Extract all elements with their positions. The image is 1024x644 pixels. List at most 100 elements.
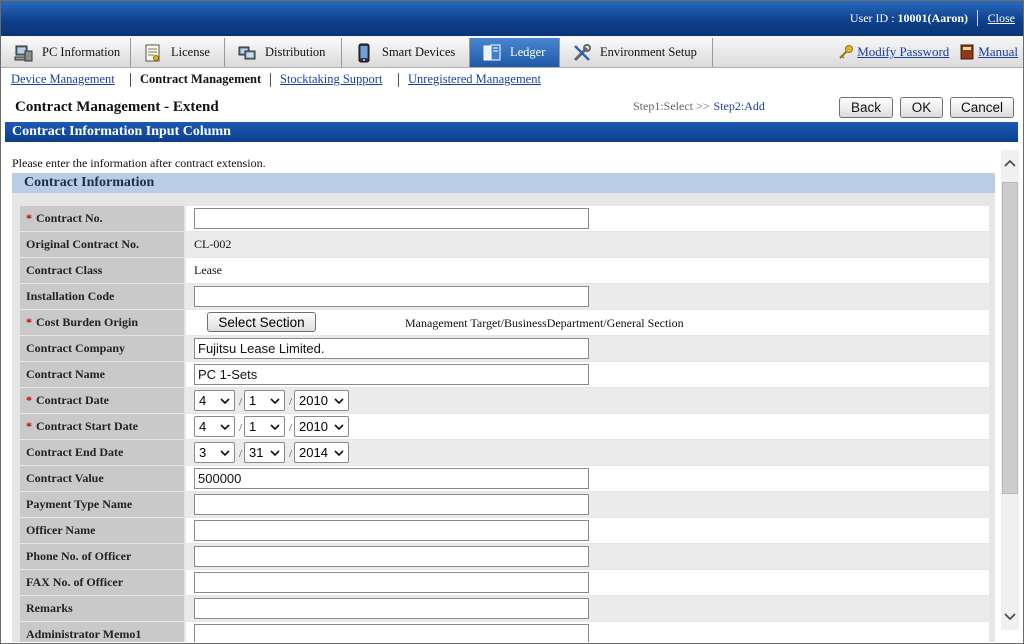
subnav-divider — [130, 73, 131, 87]
installation-code-input[interactable] — [194, 286, 589, 307]
contract-date-day-select[interactable]: 1 — [244, 390, 285, 411]
chevron-down-icon — [334, 398, 344, 405]
row-contract-company: Contract Company Fujitsu Lease Limited. — [20, 336, 989, 362]
manual-link[interactable]: Manual — [978, 44, 1018, 60]
required-mark: * — [26, 419, 32, 433]
chevron-down-icon — [270, 424, 280, 431]
end-date-year-select[interactable]: 2014 — [294, 442, 349, 463]
field-label: Contract Value — [20, 466, 184, 491]
field-label: Phone No. of Officer — [20, 544, 184, 569]
row-contract-class: Contract Class Lease — [20, 258, 989, 284]
field-label: Administrator Memo1 — [20, 622, 184, 642]
scroll-up-icon — [1004, 159, 1016, 167]
field-label: * Contract Date — [20, 388, 184, 413]
contract-no-input[interactable] — [194, 208, 589, 229]
close-link[interactable]: Close — [988, 11, 1015, 26]
user-id-prefix: User ID : — [849, 11, 898, 25]
chevron-down-icon — [220, 450, 230, 457]
field-label: Remarks — [20, 596, 184, 621]
subnav-unregistered-management[interactable]: Unregistered Management — [408, 72, 541, 87]
chevron-down-icon — [334, 424, 344, 431]
scrollbar-thumb[interactable] — [1002, 182, 1018, 494]
end-date-month-select[interactable]: 3 — [194, 442, 235, 463]
row-installation-code: Installation Code — [20, 284, 989, 310]
row-payment-type-name: Payment Type Name — [20, 492, 989, 518]
field-label: * Contract No. — [20, 206, 184, 231]
row-contract-start-date: * Contract Start Date 4 / 1 / 2010 — [20, 414, 989, 440]
row-cost-burden-origin: * Cost Burden Origin Select Section Manag… — [20, 310, 989, 336]
back-button[interactable]: Back — [839, 97, 893, 118]
start-date-month-select[interactable]: 4 — [194, 416, 235, 437]
end-date-day-select[interactable]: 31 — [244, 442, 285, 463]
user-id-display: User ID : 10001(Aaron) — [850, 11, 968, 26]
required-mark: * — [26, 393, 32, 407]
tab-label: Ledger — [510, 45, 546, 59]
officer-name-input[interactable] — [194, 520, 589, 541]
subnav-divider — [270, 73, 271, 87]
contract-name-input[interactable]: PC 1-Sets — [194, 364, 589, 385]
contract-date-year-select[interactable]: 2010 — [294, 390, 349, 411]
header-divider — [977, 10, 978, 26]
row-original-contract-no: Original Contract No. CL-002 — [20, 232, 989, 258]
tab-label: PC Information — [42, 45, 121, 59]
sub-navigation: Device Management Contract Management St… — [0, 69, 1024, 91]
subnav-device-management[interactable]: Device Management — [11, 72, 115, 87]
utility-links: Modify Password Manual — [838, 44, 1018, 60]
chevron-down-icon — [220, 398, 230, 405]
user-id-value: 10001(Aaron) — [897, 11, 968, 25]
contract-company-input[interactable]: Fujitsu Lease Limited. — [194, 338, 589, 359]
contract-info-panel: * Contract No. Original Contract No. CL-0… — [12, 193, 995, 642]
field-label: Contract Name — [20, 362, 184, 387]
required-mark: * — [26, 211, 32, 225]
vertical-scrollbar[interactable] — [1001, 150, 1019, 630]
scroll-down-icon — [1004, 613, 1016, 621]
modify-password-link[interactable]: Modify Password — [857, 44, 949, 60]
manual-book-icon — [959, 44, 975, 60]
tab-ledger[interactable]: Ledger — [470, 38, 560, 67]
page-title: Contract Management - Extend — [15, 99, 219, 115]
field-label: Payment Type Name — [20, 492, 184, 517]
tab-smart-devices[interactable]: Smart Devices — [342, 38, 470, 67]
contract-value-input[interactable]: 500000 — [194, 468, 589, 489]
row-phone-no-of-officer: Phone No. of Officer — [20, 544, 989, 570]
remarks-input[interactable] — [194, 598, 589, 619]
instruction-text: Please enter the information after contr… — [12, 156, 266, 170]
field-label: Original Contract No. — [20, 232, 184, 257]
smartphone-icon — [354, 43, 374, 63]
required-mark: * — [26, 315, 32, 329]
section-title-bar: Contract Information Input Column — [5, 122, 1018, 142]
ledger-book-icon — [482, 43, 502, 63]
phone-no-input[interactable] — [194, 546, 589, 567]
payment-type-name-input[interactable] — [194, 494, 589, 515]
administrator-memo-input[interactable] — [194, 624, 589, 642]
ok-button[interactable]: OK — [900, 97, 943, 118]
fax-no-input[interactable] — [194, 572, 589, 593]
start-date-year-select[interactable]: 2010 — [294, 416, 349, 437]
tools-icon — [572, 43, 592, 63]
tab-pc-information[interactable]: PC Information — [2, 38, 131, 67]
tab-label: Environment Setup — [600, 45, 697, 59]
row-contract-end-date: Contract End Date 3 / 31 / 2014 — [20, 440, 989, 466]
subnav-stocktaking-support[interactable]: Stocktaking Support — [280, 72, 382, 87]
select-section-button[interactable]: Select Section — [207, 312, 316, 332]
row-contract-no: * Contract No. — [20, 206, 989, 232]
tab-label: Distribution — [265, 45, 326, 59]
step-1: Step1:Select >> — [633, 99, 710, 113]
scrollable-content: Please enter the information after contr… — [5, 142, 1001, 642]
row-remarks: Remarks — [20, 596, 989, 622]
row-administrator-memo: Administrator Memo1 — [20, 622, 989, 642]
contract-form: * Contract No. Original Contract No. CL-0… — [20, 206, 989, 642]
chevron-down-icon — [334, 450, 344, 457]
row-officer-name: Officer Name — [20, 518, 989, 544]
chevron-down-icon — [270, 450, 280, 457]
tab-label: Smart Devices — [382, 45, 456, 59]
field-label: Installation Code — [20, 284, 184, 309]
field-label: Officer Name — [20, 518, 184, 543]
start-date-day-select[interactable]: 1 — [244, 416, 285, 437]
tab-distribution[interactable]: Distribution — [225, 38, 342, 67]
tab-environment-setup[interactable]: Environment Setup — [560, 38, 713, 67]
contract-date-month-select[interactable]: 4 — [194, 390, 235, 411]
cancel-button[interactable]: Cancel — [950, 97, 1014, 118]
subnav-contract-management: Contract Management — [140, 72, 262, 86]
tab-license[interactable]: License — [131, 38, 225, 67]
